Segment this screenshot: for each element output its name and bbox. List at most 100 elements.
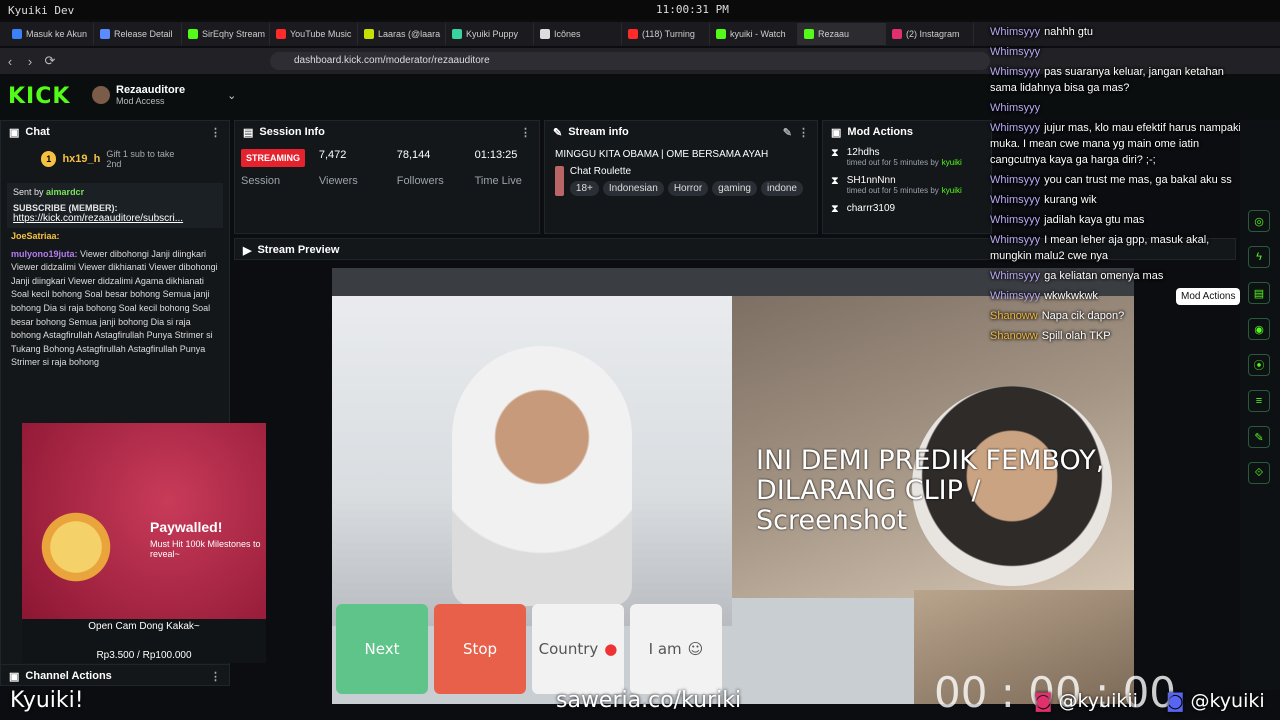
stream-tags: 18+ Indonesian Horror gaming indone: [569, 181, 807, 196]
mascot-image: [36, 507, 116, 587]
edit-icon: ✎: [553, 126, 563, 139]
browser-tab[interactable]: Laaras (@laara: [358, 23, 446, 45]
mod-action-content: SH1nnNnn timed out for 5 minutes by kyuiki: [847, 175, 962, 195]
url-text: dashboard.kick.com/moderator/rezaauditor…: [294, 55, 490, 66]
overlay-chat-message: Whimsyyy jadilah kaya gtu mas: [990, 212, 1250, 228]
address-bar[interactable]: dashboard.kick.com/moderator/rezaauditor…: [270, 52, 990, 70]
paywall-overlay: Paywalled! Must Hit 100k Milestones to r…: [22, 423, 266, 619]
browser-tab[interactable]: (118) Turning: [622, 23, 710, 45]
tab-label: Laaras (@laara: [378, 29, 441, 39]
pinned-message: Sent by aimardcr SUBSCRIBE (MEMBER): htt…: [7, 183, 223, 228]
overlay-chat-message: Whimsyyy I mean leher aja gpp, masuk akal…: [990, 232, 1250, 264]
stream-tag[interactable]: gaming: [712, 181, 757, 196]
mod-action-by[interactable]: kyuiki: [942, 158, 962, 167]
iam-button[interactable]: I am ☺: [630, 604, 722, 694]
browser-tab[interactable]: kyuiki - Watch: [710, 23, 798, 45]
chat-message: JoeSatriaa:: [1, 228, 229, 246]
mod-action-row: ⧗ 12hdhs timed out for 5 minutes by kyuiki: [823, 143, 991, 171]
mod-action-user[interactable]: charrr3109: [847, 203, 895, 214]
os-top-bar: Kyuiki Dev 11:00:31 PM: [0, 0, 1280, 20]
time-live-label: Time Live: [474, 175, 522, 187]
stream-tag[interactable]: 18+: [569, 181, 599, 196]
browser-tab[interactable]: Icônes: [534, 23, 622, 45]
tab-label: Icônes: [554, 29, 581, 39]
mod-action-row: ⧗ SH1nnNnn timed out for 5 minutes by kyuik…: [823, 171, 991, 199]
stream-info-header: ✎ Stream info ✎ ⋮: [545, 121, 817, 143]
overlay-chat-message: Whimsyyy pas suaranya keluar, jangan keta…: [990, 64, 1250, 96]
sent-by-user[interactable]: aimardcr: [46, 187, 84, 197]
session-label: Session: [241, 175, 281, 187]
session-status: STREAMING Session: [241, 149, 319, 187]
pinned-user[interactable]: hx19_h: [62, 153, 100, 165]
stream-tag[interactable]: Horror: [667, 181, 709, 196]
next-button[interactable]: Next: [336, 604, 428, 694]
browser-tab[interactable]: YouTube Music: [270, 23, 358, 45]
more-icon[interactable]: ⋮: [210, 670, 221, 683]
overlay-chat-text: ga keliatan omenya mas: [1044, 270, 1164, 282]
rail-list-icon[interactable]: ≡: [1248, 390, 1270, 412]
browser-tab[interactable]: Rezaau: [798, 23, 886, 45]
more-icon[interactable]: ⋮: [520, 126, 531, 139]
system-clock: 11:00:31 PM: [656, 3, 729, 16]
browser-tab[interactable]: Masuk ke Akun: [6, 23, 94, 45]
overlay-line-2: DILARANG CLIP / Screenshot: [756, 475, 981, 536]
discord-icon: ◙: [1166, 690, 1185, 712]
donation-goal: Open Cam Dong Kakak~ Rp3.500 / Rp100.000: [22, 619, 266, 663]
chat-text: Viewer dibohongi Janji diingkari Viewer …: [11, 248, 218, 368]
rail-wrench-icon[interactable]: ✎: [1248, 426, 1270, 448]
discord-text: @kyuiki: [1190, 690, 1265, 712]
tab-label: kyuiki - Watch: [730, 29, 786, 39]
tab-favicon-icon: [100, 29, 110, 39]
more-icon[interactable]: ⋮: [210, 126, 221, 139]
overlay-chat-message: Whimsyyy: [990, 44, 1250, 60]
tab-label: (2) Instagram: [906, 29, 960, 39]
time-live-stat: 01:13:25 Time Live: [475, 149, 533, 187]
overlay-chat-message: Whimsyyy you can trust me mas, ga bakal a…: [990, 172, 1250, 188]
country-button[interactable]: Country ●: [532, 604, 624, 694]
stream-tag[interactable]: Indonesian: [602, 181, 664, 196]
flag-icon: ●: [604, 640, 618, 658]
stop-button[interactable]: Stop: [434, 604, 526, 694]
instagram-icon: ◙: [1034, 690, 1053, 712]
session-info-icon: ▤: [243, 126, 254, 139]
tab-label: Release Detail: [114, 29, 173, 39]
channel-access: Mod Access: [116, 96, 165, 106]
subscribe-link[interactable]: https://kick.com/rezaauditore/subscri...: [13, 213, 217, 224]
overlay-chat-text: Napa cik dapon?: [1041, 310, 1125, 322]
browser-tab[interactable]: Release Detail: [94, 23, 182, 45]
rail-broadcast-icon[interactable]: ⦿: [1248, 354, 1270, 376]
rail-bolt-icon[interactable]: ϟ: [1248, 246, 1270, 268]
rail-chat-icon[interactable]: ◉: [1248, 318, 1270, 340]
pencil-icon[interactable]: ✎: [783, 126, 792, 139]
tab-label: Masuk ke Akun: [26, 29, 88, 39]
goal-progress: Rp3.500 / Rp100.000: [96, 650, 192, 661]
tab-favicon-icon: [452, 29, 462, 39]
browser-tab[interactable]: SirEqhy Stream: [182, 23, 270, 45]
reload-icon[interactable]: ⟳: [40, 53, 60, 69]
chat-header: ▣ Chat ⋮: [1, 121, 229, 143]
stream-tag[interactable]: indone: [760, 181, 803, 196]
channel-actions-header: ▣ Channel Actions ⋮: [1, 665, 229, 687]
mod-action-by[interactable]: kyuiki: [942, 186, 962, 195]
chat-username[interactable]: JoeSatriaa:: [11, 231, 60, 241]
overlay-chat-user: Whimsyyy: [990, 46, 1041, 58]
mod-action-user[interactable]: 12hdhs: [847, 147, 962, 158]
forward-icon[interactable]: ›: [20, 54, 40, 69]
overlay-chat-text: Spill olah TKP: [1041, 330, 1111, 342]
browser-tab[interactable]: Kyuiki Puppy: [446, 23, 534, 45]
rail-share-icon[interactable]: ⟐: [1248, 462, 1270, 484]
overlay-chat-text: wkwkwkwk: [1044, 290, 1098, 302]
back-icon[interactable]: ‹: [0, 54, 20, 69]
chat-username[interactable]: mulyono19juta:: [11, 249, 78, 259]
browser-tab[interactable]: (2) Instagram: [886, 23, 974, 45]
mod-action-user[interactable]: SH1nnNnn: [847, 175, 962, 186]
channel-switcher[interactable]: Rezaauditore Mod Access ⌄: [92, 84, 236, 106]
tab-favicon-icon: [188, 29, 198, 39]
paywall-title: Paywalled!: [150, 519, 223, 535]
more-icon[interactable]: ⋮: [798, 126, 809, 139]
kick-logo[interactable]: KICK: [8, 84, 70, 109]
overlay-chat-user: Whimsyyy: [990, 174, 1041, 186]
stream-info-title: Stream info: [568, 126, 629, 138]
rail-camera-icon[interactable]: ◎: [1248, 210, 1270, 232]
rail-mod-actions-icon[interactable]: ▤: [1248, 282, 1270, 304]
